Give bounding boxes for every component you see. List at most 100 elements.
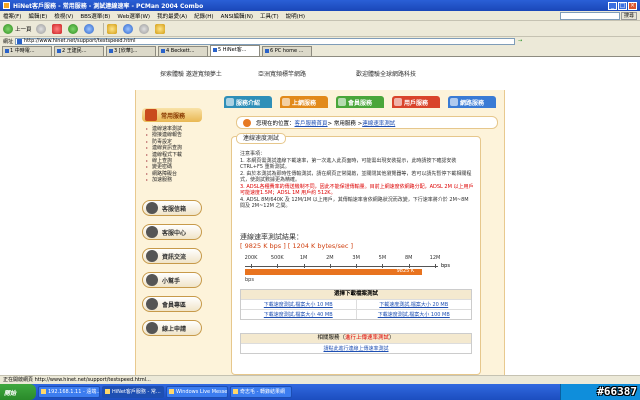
go-button[interactable]: → <box>518 38 522 44</box>
speed-scale: 200K 500K 1M 2M 3M 5M 8M 12M bps 9825 K bps <box>240 255 450 289</box>
menu-help[interactable]: 說明(H) <box>286 12 305 20</box>
site-body: 常用服務 連線速率測試 撥接連線報告 防毒設定 連線資訊查詢 連線程式下載 線上… <box>135 90 505 375</box>
upload-test-link[interactable]: 請點此進行連線上傳速率測試 <box>241 343 471 353</box>
tab-network-service-label: 網路服務 <box>460 99 485 107</box>
tab-1[interactable]: 1 中時電... <box>2 46 52 56</box>
menu-edit[interactable]: 編輯(E) <box>28 12 47 20</box>
tab-strip: 1 中時電... 2 王建民... 3 [欣華]... 4 Beckett...… <box>0 45 640 57</box>
support-mail-button[interactable]: 客服信箱 <box>142 200 202 216</box>
tab-3[interactable]: 3 [欣華]... <box>106 46 156 56</box>
back-arrow-icon <box>3 23 13 34</box>
refresh-button[interactable] <box>67 23 80 35</box>
watermark: #66387 <box>597 385 637 398</box>
menu-view[interactable]: 檢視(V) <box>54 12 73 20</box>
page-icon <box>17 38 23 44</box>
top-nav: 服務介紹 上網服務 會員服務 用戶服務 網路服務 <box>224 96 504 110</box>
history-icon <box>122 23 133 34</box>
history-button[interactable] <box>122 23 135 35</box>
breadcrumb: 您現在的位置： 客戶服務首頁 > 常用服務 > 連線速率測試 <box>236 116 498 129</box>
mail-icon <box>154 23 165 34</box>
tab-4[interactable]: 4 Beckett... <box>158 46 208 56</box>
taskbar-item-other[interactable]: 奇志毛 - 轉錄結果網 <box>230 386 292 398</box>
back-button[interactable]: 上一頁 <box>3 23 32 35</box>
download-40mb-link[interactable]: 下載速度測試,檔案大小 40 MB <box>241 310 356 319</box>
mail-icon <box>146 202 158 214</box>
breadcrumb-current-link[interactable]: 連線速率測試 <box>362 119 395 127</box>
breadcrumb-home-link[interactable]: 客戶服務首頁 <box>295 119 328 127</box>
menu-tools[interactable]: 工具(T) <box>260 12 279 20</box>
related-service-box: 相關服務（進行上傳速率測試） 請點此進行連線上傳速率測試 <box>240 333 472 354</box>
menu-bbs[interactable]: BBS選單(B) <box>80 12 110 20</box>
taskbar-item-remote[interactable]: 192.168.1.11 - 遠端... <box>38 386 100 398</box>
tab-network-service[interactable]: 網路服務 <box>448 96 496 108</box>
menu-ansi[interactable]: ANSI編輯(N) <box>221 12 253 20</box>
download-test-table: 選擇下載檔案測試 下載速度測試,檔案大小 10 MB 下載速度測試,檔案大小 2… <box>240 289 472 320</box>
tab-5-active[interactable]: 5 HiNet客... <box>210 45 260 56</box>
back-label: 上一頁 <box>15 26 32 33</box>
tab-member-service[interactable]: 會員服務 <box>336 96 384 108</box>
speed-bar <box>245 269 422 275</box>
tab-customer-service[interactable]: 用戶服務 <box>392 96 440 108</box>
download-100mb-link[interactable]: 下載速度測試,檔案大小 100 MB <box>355 310 472 319</box>
page-content: 探索體驗 邀遊寬頻夢土 亞洲寬頻標竿網路 歡迎體驗全球網路科技 常用服務 連線速… <box>0 57 640 375</box>
sidebar: 常用服務 連線速率測試 撥接連線報告 防毒設定 連線資訊查詢 連線程式下載 線上… <box>136 90 206 375</box>
taskbar-item-hinet[interactable]: HiNet客戶服務 - 常... <box>102 386 164 398</box>
tab-service-intro[interactable]: 服務介紹 <box>224 96 272 108</box>
online-apply-button[interactable]: 線上申請 <box>142 320 202 336</box>
download-20mb-link[interactable]: 下載速度測試,檔案大小 20 MB <box>355 300 472 309</box>
scale-unit: bps <box>441 263 450 269</box>
helper-label: 小幫手 <box>162 277 181 285</box>
scale-tick-label: 12M <box>429 255 441 261</box>
tab-customer-service-label: 用戶服務 <box>404 99 429 107</box>
status-bar: 正在開啟網頁 http://www.hinet.net/support/test… <box>0 375 640 384</box>
support-center-button[interactable]: 客服中心 <box>142 224 202 240</box>
info-exchange-button[interactable]: 資訊交流 <box>142 248 202 264</box>
address-input[interactable]: http://www.hinet.net/support/testspeed.h… <box>15 37 516 45</box>
note-2: 2. 由於本測試為即時性傳輸測試，請在網頁正常開啟，並關閉其他瀏覽器等，若可以請… <box>240 170 472 184</box>
search-input[interactable] <box>560 12 620 20</box>
member-area-button[interactable]: 會員專區 <box>142 296 202 312</box>
address-label: 網址 <box>3 38 14 45</box>
tab-2[interactable]: 2 王建民... <box>54 46 104 56</box>
tab-internet-service-label: 上網服務 <box>292 99 317 107</box>
tab-6[interactable]: 6 PC home ... <box>262 46 312 56</box>
scale-tick-label: 8M <box>404 255 413 261</box>
menu-favorites[interactable]: 我的最愛(A) <box>157 12 187 20</box>
result-value: [ 9825 K bps ] [ 1204 K bytes/sec ] <box>240 242 354 250</box>
support-mail-label: 客服信箱 <box>162 205 187 213</box>
scale-tick-label: 500K <box>270 255 284 261</box>
search-button[interactable]: 搜尋 <box>621 12 637 20</box>
forward-button[interactable] <box>35 23 48 35</box>
helper-button[interactable]: 小幫手 <box>142 272 202 288</box>
stop-button[interactable] <box>51 23 64 35</box>
taskbar-item-messenger[interactable]: Windows Live Messe... <box>166 386 228 398</box>
slogan-2: 亞洲寬頻標竿網路 <box>258 71 307 78</box>
minimize-button[interactable]: _ <box>608 1 617 10</box>
toolbar-divider <box>102 22 104 35</box>
menu-history[interactable]: 紀錄(H) <box>194 12 213 20</box>
menu-file[interactable]: 檔案(F) <box>3 12 21 20</box>
forward-arrow-icon <box>35 23 46 34</box>
tab-internet-service[interactable]: 上網服務 <box>280 96 328 108</box>
network-service-icon <box>450 98 458 106</box>
app-icon <box>3 2 10 9</box>
mail-button[interactable] <box>154 23 167 35</box>
sidebar-item-acceleration[interactable]: 加速服務 <box>146 177 204 184</box>
service-intro-icon <box>226 98 234 106</box>
home-button[interactable] <box>83 23 96 35</box>
close-button[interactable]: × <box>628 1 637 10</box>
note-4: 4. ADSL 8M/640K 及 12M/1M 以上用戶，其傳輸速率會依網路狀… <box>240 196 469 210</box>
menu-web[interactable]: Web選單(W) <box>117 12 150 20</box>
notes: 注意事項： 1. 本網頁需測試連線下載速率，第一次進入此頁面時，可能需出現安裝提… <box>240 151 474 210</box>
slogan-3: 歡迎體驗全球網路科技 <box>356 71 417 78</box>
member-service-icon <box>338 98 346 106</box>
maximize-button[interactable]: □ <box>618 1 627 10</box>
favorites-button[interactable] <box>106 23 119 35</box>
services-icon <box>145 109 157 121</box>
table-row: 下載速度測試,檔案大小 10 MB 下載速度測試,檔案大小 20 MB <box>241 299 471 309</box>
scale-tick-label: 200K <box>244 255 258 261</box>
start-button[interactable]: 開始 <box>0 384 36 400</box>
download-10mb-link[interactable]: 下載速度測試,檔案大小 10 MB <box>241 300 356 309</box>
print-button[interactable] <box>138 23 151 35</box>
support-center-label: 客服中心 <box>162 229 187 237</box>
